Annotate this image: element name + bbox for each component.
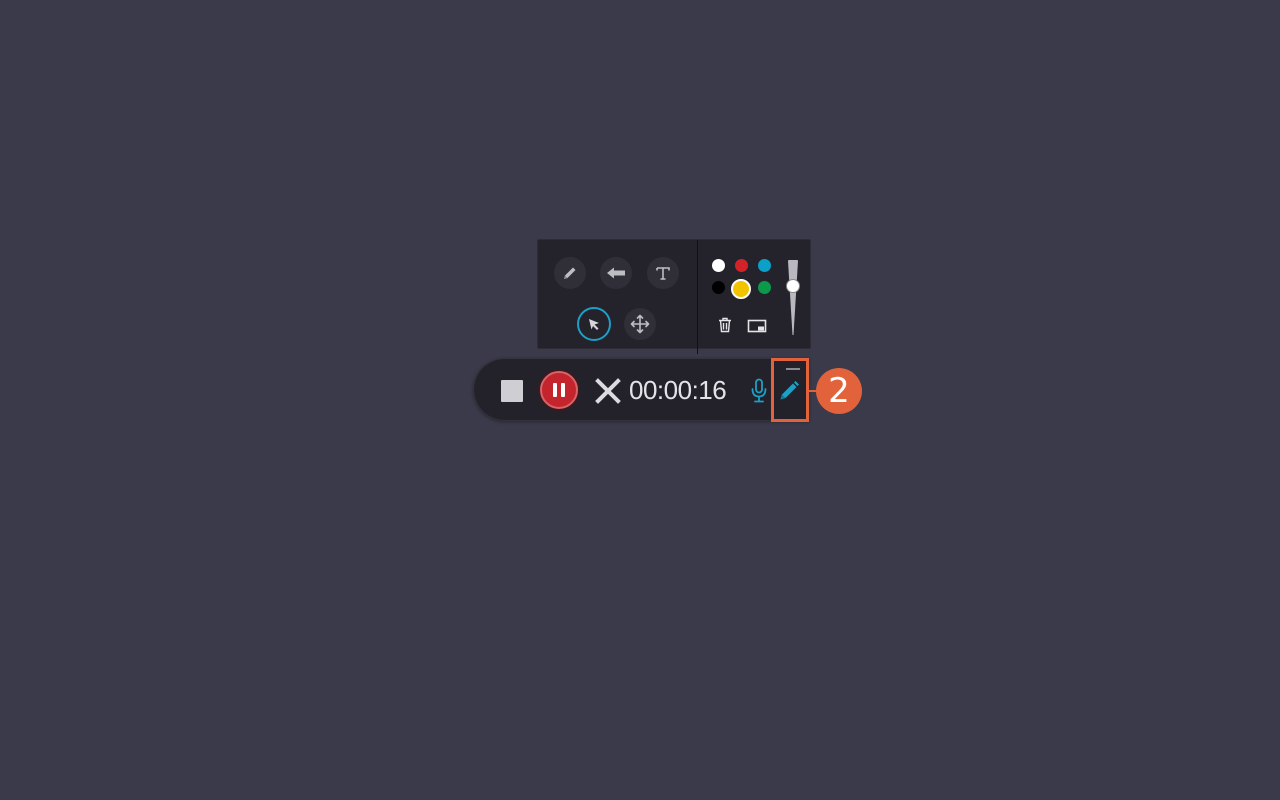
select-tool-button[interactable] xyxy=(577,307,611,341)
close-icon xyxy=(595,378,621,404)
recording-control-bar: 00:00:16 xyxy=(473,358,809,421)
cursor-icon xyxy=(589,319,599,330)
color-swatch-white[interactable] xyxy=(712,259,725,272)
microphone-icon xyxy=(751,378,767,403)
text-tool-button[interactable] xyxy=(647,257,679,289)
stop-button[interactable] xyxy=(501,380,523,402)
minimize-button[interactable] xyxy=(786,368,800,370)
panel-divider xyxy=(697,240,698,354)
whiteboard-icon xyxy=(747,319,767,333)
screen-background: 00:00:16 2 xyxy=(0,0,1280,800)
trash-icon xyxy=(719,317,731,333)
whiteboard-button[interactable] xyxy=(746,317,768,335)
brush-size-slider[interactable] xyxy=(785,260,801,336)
clear-drawing-button[interactable] xyxy=(715,316,735,334)
color-swatch-red[interactable] xyxy=(735,259,748,272)
recording-timer: 00:00:16 xyxy=(629,375,727,405)
pencil-icon xyxy=(780,381,799,400)
pause-button[interactable] xyxy=(540,371,578,409)
arrow-left-icon xyxy=(607,267,625,279)
pen-tool-button[interactable] xyxy=(554,257,586,289)
drawing-tools-panel xyxy=(537,239,811,354)
annotate-toggle-button[interactable] xyxy=(778,380,800,402)
color-swatch-yellow[interactable] xyxy=(731,279,751,299)
color-swatch-green[interactable] xyxy=(758,281,771,294)
cancel-recording-button[interactable] xyxy=(595,378,621,404)
pause-icon xyxy=(553,383,565,397)
color-swatch-blue[interactable] xyxy=(758,259,771,272)
pencil-icon xyxy=(564,267,576,279)
arrow-tool-button[interactable] xyxy=(600,257,632,289)
slider-thumb[interactable] xyxy=(786,279,800,293)
text-icon xyxy=(656,267,670,280)
move-tool-button[interactable] xyxy=(624,308,656,340)
slider-track xyxy=(788,260,798,335)
callout-number-badge: 2 xyxy=(816,368,862,414)
move-icon xyxy=(630,314,650,334)
microphone-button[interactable] xyxy=(749,378,769,404)
color-swatch-black[interactable] xyxy=(712,281,725,294)
